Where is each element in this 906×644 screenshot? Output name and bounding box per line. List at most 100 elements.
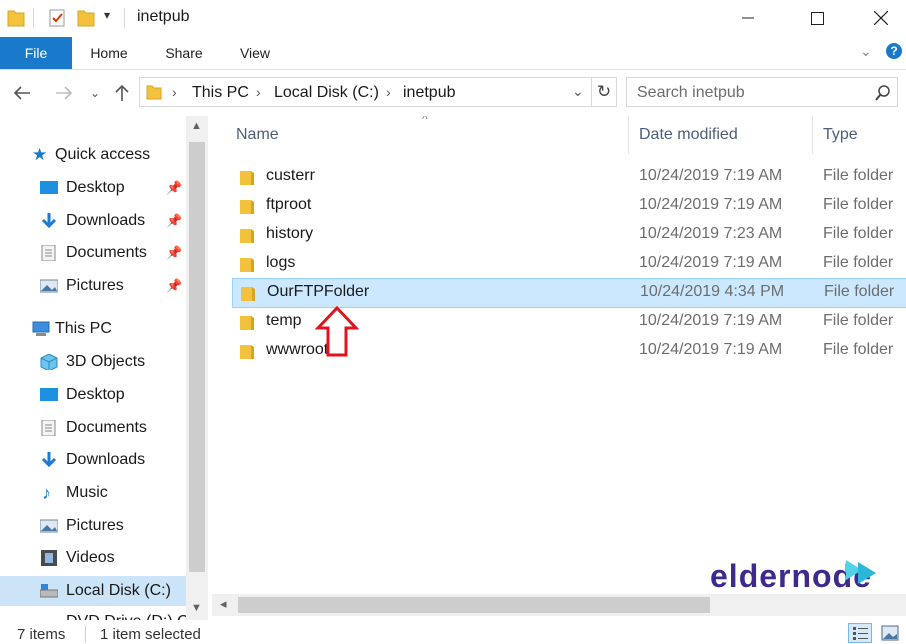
nav-item-local-disk[interactable]: Local Disk (C:) [0, 576, 186, 606]
search-input[interactable] [635, 83, 859, 103]
new-folder-icon[interactable] [77, 8, 95, 28]
scroll-up-arrow-icon[interactable]: ▲ [191, 120, 202, 132]
maximize-button[interactable] [794, 2, 840, 34]
nav-scrollbar[interactable]: ▲ ▼ [186, 116, 208, 620]
scroll-left-arrow-icon[interactable]: ◂ [220, 596, 227, 612]
play-arrows-icon [846, 560, 876, 584]
file-date: 10/24/2019 7:23 AM [639, 225, 783, 242]
eldernode-logo: eldernode [710, 558, 876, 595]
tab-home[interactable]: Home [78, 37, 140, 69]
details-view-button[interactable] [848, 623, 872, 643]
sort-ascending-icon: ^ [422, 116, 428, 126]
refresh-button[interactable]: ↻ [591, 77, 617, 107]
back-button[interactable] [9, 80, 35, 106]
nav-item-downloads[interactable]: Downloads 📌 [0, 206, 186, 236]
file-type: File folder [823, 196, 894, 213]
document-icon [41, 245, 56, 261]
download-icon [41, 213, 57, 229]
pin-icon[interactable]: 📌 [166, 238, 182, 268]
nav-item-documents[interactable]: Documents 📌 [0, 238, 186, 268]
horizontal-scrollbar-thumb[interactable] [238, 597, 710, 613]
nav-this-pc[interactable]: This PC [0, 314, 186, 344]
nav-item-dvd-drive[interactable]: DVD Drive (D:) C [0, 607, 189, 620]
film-icon [41, 550, 57, 566]
column-header-name[interactable]: Name [236, 116, 279, 154]
tab-share[interactable]: Share [154, 37, 214, 69]
folder-icon [7, 10, 25, 27]
expand-ribbon-chevron-icon[interactable]: ⌄ [860, 43, 872, 60]
pin-icon[interactable]: 📌 [166, 206, 182, 236]
search-box[interactable] [626, 77, 898, 107]
file-row[interactable]: custerr 10/24/2019 7:19 AM File folder [232, 163, 906, 192]
file-date: 10/24/2019 4:34 PM [640, 283, 785, 300]
column-header-type[interactable]: Type [823, 116, 858, 154]
nav-item-music[interactable]: ♪ Music [0, 478, 186, 508]
column-header-date[interactable]: Date modified [639, 116, 738, 154]
forward-button[interactable] [51, 80, 77, 106]
file-row-selected[interactable]: OurFTPFolder 10/24/2019 4:34 PM File fol… [232, 278, 906, 308]
nav-scrollbar-thumb[interactable] [189, 142, 205, 572]
download-icon [41, 452, 57, 468]
file-row[interactable]: history 10/24/2019 7:23 AM File folder [232, 221, 906, 250]
properties-icon[interactable] [47, 8, 67, 28]
title-bar: ▾ inetpub [0, 0, 906, 37]
navigation-pane: ★ Quick access Desktop 📌 Downloads 📌 Doc… [0, 116, 208, 620]
nav-item-videos[interactable]: Videos [0, 543, 186, 573]
file-row[interactable]: ftproot 10/24/2019 7:19 AM File folder [232, 192, 906, 221]
horizontal-scrollbar[interactable]: ◂ [212, 594, 906, 616]
music-note-icon: ♪ [42, 483, 51, 503]
address-bar[interactable]: › This PC › Local Disk (C:) › inetpub ⌄ [139, 77, 592, 107]
ribbon-tabs: File Home Share View ⌄ ? [0, 37, 906, 70]
nav-item-documents[interactable]: Documents [0, 413, 186, 443]
breadcrumb-local-disk[interactable]: Local Disk (C:) [274, 84, 379, 102]
large-icons-view-button[interactable] [878, 623, 902, 643]
up-button[interactable] [109, 80, 135, 106]
search-icon[interactable] [875, 85, 891, 101]
close-button[interactable] [858, 2, 904, 34]
folder-icon [240, 200, 254, 214]
desktop-icon [40, 181, 58, 194]
address-history-chevron-icon[interactable]: ⌄ [572, 83, 584, 100]
file-list: Name ^ Date modified Type custerr 10/24/… [218, 116, 906, 594]
folder-icon [240, 345, 254, 359]
folder-icon [241, 287, 255, 301]
tab-view[interactable]: View [228, 37, 282, 69]
nav-item-desktop[interactable]: Desktop 📌 [0, 173, 186, 203]
pictures-icon [40, 279, 58, 293]
breadcrumb-separator-icon[interactable]: › [386, 84, 391, 100]
file-date: 10/24/2019 7:19 AM [639, 312, 783, 329]
breadcrumb-this-pc[interactable]: This PC [192, 84, 249, 102]
nav-item-pictures[interactable]: Pictures [0, 511, 186, 541]
file-row[interactable]: logs 10/24/2019 7:19 AM File folder [232, 250, 906, 279]
nav-item-desktop[interactable]: Desktop [0, 380, 186, 410]
nav-item-3d-objects[interactable]: 3D Objects [0, 347, 186, 377]
customize-toolbar-chevron-icon[interactable]: ▾ [104, 8, 110, 22]
folder-icon [240, 258, 254, 272]
nav-quick-access[interactable]: ★ Quick access [0, 140, 186, 170]
breadcrumb-separator-icon[interactable]: › [256, 84, 261, 100]
nav-item-pictures[interactable]: Pictures 📌 [0, 271, 186, 301]
pin-icon[interactable]: 📌 [166, 271, 182, 301]
nav-item-downloads[interactable]: Downloads [0, 445, 186, 475]
help-icon[interactable]: ? [886, 43, 902, 59]
pin-icon[interactable]: 📌 [166, 173, 182, 203]
breadcrumb-inetpub[interactable]: inetpub [403, 84, 456, 102]
minimize-button[interactable] [725, 2, 771, 34]
folder-icon [240, 171, 254, 185]
file-date: 10/24/2019 7:19 AM [639, 196, 783, 213]
file-date: 10/24/2019 7:19 AM [639, 254, 783, 271]
window-title: inetpub [137, 8, 190, 25]
annotation-arrow-icon [315, 306, 359, 357]
scroll-down-arrow-icon[interactable]: ▼ [191, 602, 202, 614]
tab-file[interactable]: File [0, 37, 72, 69]
file-name: OurFTPFolder [267, 283, 370, 300]
status-bar: 7 items 1 item selected [0, 620, 906, 644]
maximize-icon [810, 11, 824, 25]
minimize-icon [742, 17, 754, 19]
item-count: 7 items [17, 626, 66, 643]
column-divider[interactable] [628, 116, 629, 154]
file-date: 10/24/2019 7:19 AM [639, 167, 783, 184]
column-divider[interactable] [812, 116, 813, 154]
recent-locations-chevron-icon[interactable]: ⌄ [82, 80, 108, 106]
folder-icon [146, 85, 162, 100]
